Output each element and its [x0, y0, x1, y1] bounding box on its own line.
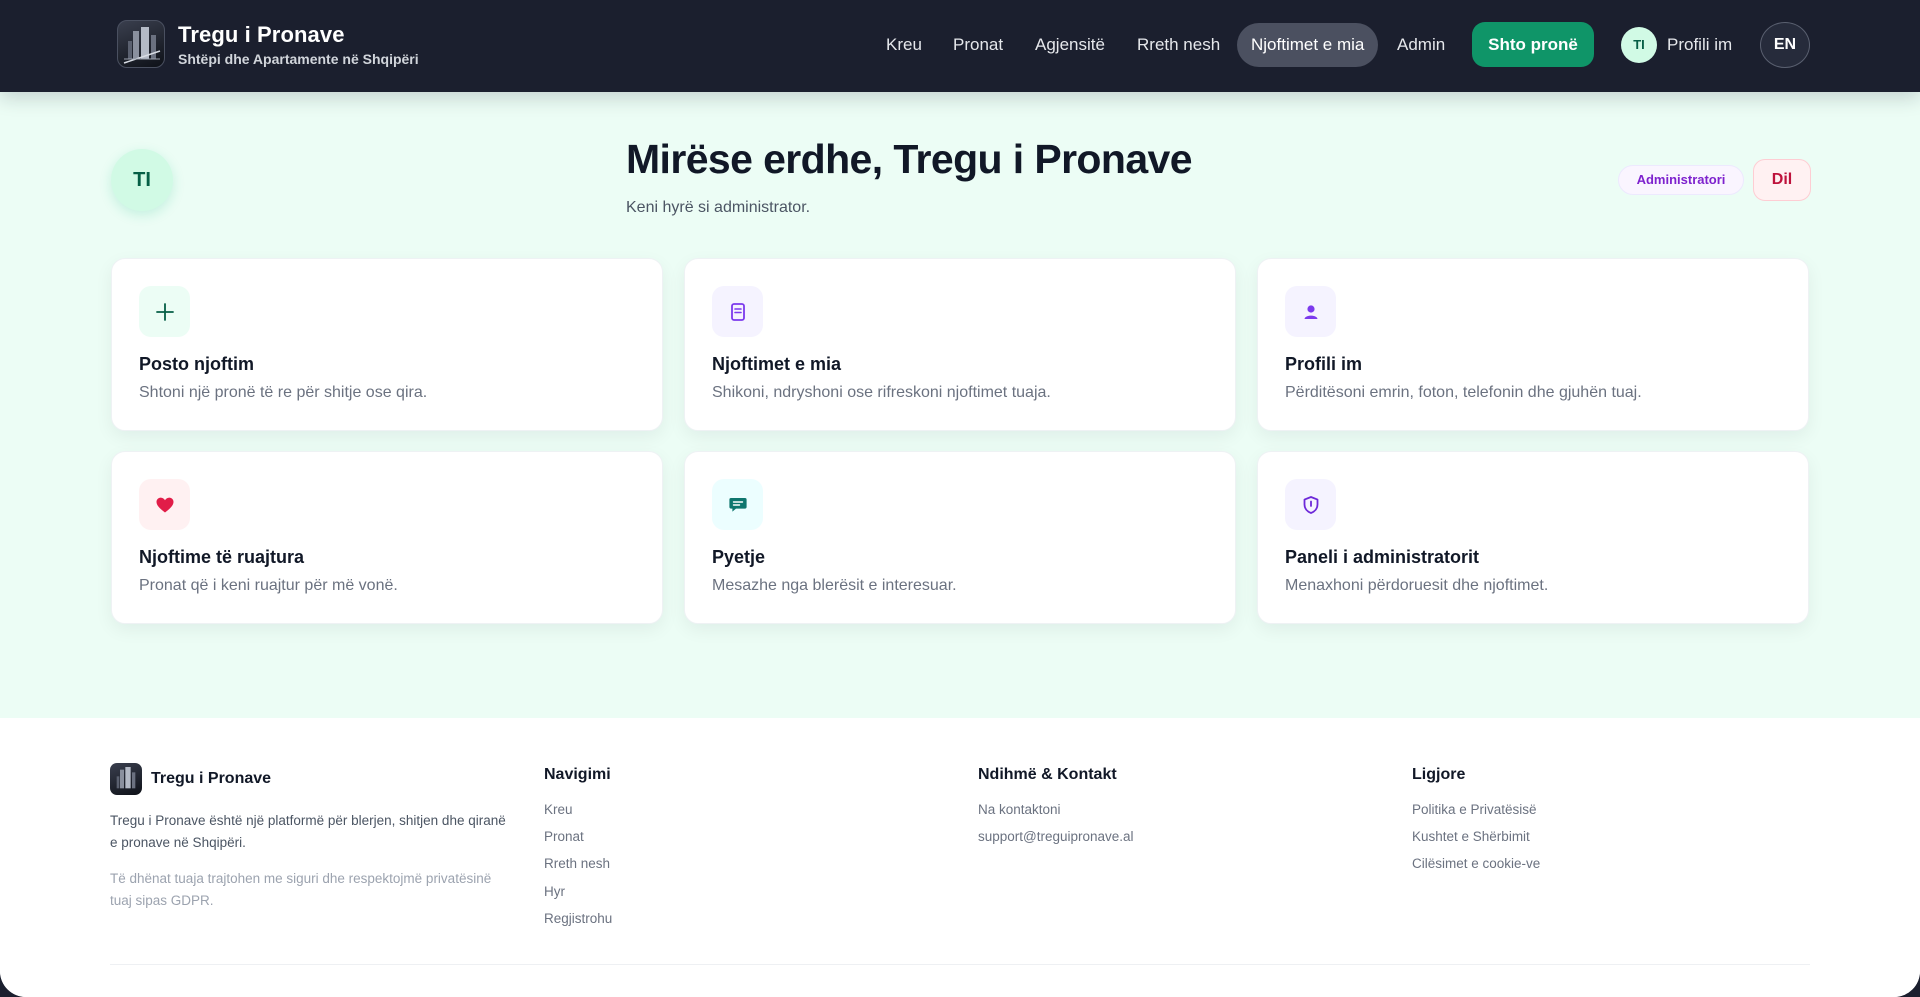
nav-link-kreu[interactable]: Kreu: [886, 23, 922, 67]
footer-logo: [110, 763, 142, 795]
nav-link-njoftimet-e-mia[interactable]: Njoftimet e mia: [1237, 23, 1379, 67]
brand-title[interactable]: Tregu i Pronave: [178, 22, 345, 48]
user-avatar: TI: [111, 149, 173, 211]
logout-button[interactable]: Dil: [1753, 159, 1811, 201]
footer-column-title: Ndihmë & Kontakt: [978, 766, 1117, 783]
card-title: Posto njoftim: [139, 354, 254, 374]
card-admin-panel[interactable]: Paneli i administratorit Menaxhoni përdo…: [1257, 451, 1809, 624]
footer-link-cookie-settings[interactable]: Cilësimet e cookie-ve: [1412, 856, 1540, 871]
card-description: Pronat që i keni ruajtur për më vonë.: [139, 577, 398, 594]
footer-link-terms[interactable]: Kushtet e Shërbimit: [1412, 829, 1530, 844]
user-icon: [1285, 286, 1336, 337]
card-title: Profili im: [1285, 354, 1363, 374]
card-description: Përditësoni emrin, foton, telefonin dhe …: [1285, 384, 1642, 401]
page-title: Mirëse erdhe, Tregu i Pronave: [626, 136, 1193, 182]
card-saved-listings[interactable]: Njoftime të ruajtura Pronat që i keni ru…: [111, 451, 663, 624]
footer-link-hyr[interactable]: Hyr: [544, 884, 565, 899]
building-logo-icon: [116, 767, 136, 789]
card-title: Njoftime të ruajtura: [139, 547, 305, 567]
role-badge: Administratori: [1618, 165, 1744, 195]
chat-icon: [712, 479, 763, 530]
page: Tregu i Pronave Shtëpi dhe Apartamente n…: [0, 0, 1920, 997]
plus-icon: [139, 286, 190, 337]
avatar[interactable]: TI: [1621, 27, 1657, 63]
card-my-listings[interactable]: Njoftimet e mia Shikoni, ndryshoni ose r…: [684, 258, 1236, 431]
top-navbar: Tregu i Pronave Shtëpi dhe Apartamente n…: [0, 0, 1920, 92]
card-inquiries[interactable]: Pyetje Mesazhe nga blerësit e interesuar…: [684, 451, 1236, 624]
card-description: Mesazhe nga blerësit e interesuar.: [712, 577, 957, 594]
brand-subtitle: Shtëpi dhe Apartamente në Shqipëri: [178, 51, 419, 67]
footer-link-regjistrohu[interactable]: Regjistrohu: [544, 911, 612, 926]
footer-privacy-note: Të dhënat tuaja trajtohen me siguri dhe …: [110, 871, 492, 908]
profile-link[interactable]: Profili im: [1667, 23, 1732, 67]
language-switch-button[interactable]: EN: [1760, 22, 1810, 68]
nav-link-admin[interactable]: Admin: [1397, 23, 1445, 67]
footer-column-title: Navigimi: [544, 766, 611, 783]
footer-link-pronat[interactable]: Pronat: [544, 829, 584, 844]
card-title: Paneli i administratorit: [1285, 547, 1480, 567]
card-my-profile[interactable]: Profili im Përditësoni emrin, foton, tel…: [1257, 258, 1809, 431]
card-description: Shikoni, ndryshoni ose rifreskoni njofti…: [712, 384, 1051, 401]
card-title: Njoftimet e mia: [712, 354, 842, 374]
nav-link-agjensite[interactable]: Agjensitë: [1035, 23, 1105, 67]
shield-icon: [1285, 479, 1336, 530]
card-title: Pyetje: [712, 547, 766, 567]
nav-link-pronat[interactable]: Pronat: [953, 23, 1003, 67]
heart-icon: [139, 479, 190, 530]
footer-column-title: Ligjore: [1412, 766, 1466, 783]
document-icon: [712, 286, 763, 337]
dashboard-main: TI Mirëse erdhe, Tregu i Pronave Keni hy…: [0, 92, 1920, 718]
brand-logo[interactable]: [117, 20, 165, 68]
card-description: Menaxhoni përdoruesit dhe njoftimet.: [1285, 577, 1549, 594]
footer-link-kreu[interactable]: Kreu: [544, 802, 573, 817]
building-logo-icon: [123, 27, 161, 64]
footer-divider: [110, 964, 1810, 965]
footer: Tregu i Pronave Tregu i Pronave është nj…: [0, 718, 1920, 997]
footer-link-support-email[interactable]: support@treguipronave.al: [978, 829, 1134, 844]
add-property-button[interactable]: Shto pronë: [1472, 22, 1594, 67]
card-post-listing[interactable]: Posto njoftim Shtoni një pronë të re për…: [111, 258, 663, 431]
nav-link-rreth-nesh[interactable]: Rreth nesh: [1137, 23, 1220, 67]
footer-link-contact[interactable]: Na kontaktoni: [978, 802, 1061, 817]
card-description: Shtoni një pronë të re për shitje ose qi…: [139, 384, 428, 401]
footer-brand: Tregu i Pronave: [151, 770, 272, 787]
footer-link-privacy-policy[interactable]: Politika e Privatësisë: [1412, 802, 1537, 817]
footer-link-rreth-nesh[interactable]: Rreth nesh: [544, 856, 610, 871]
page-subtitle: Keni hyrë si administrator.: [626, 199, 811, 216]
footer-about: Tregu i Pronave është një platformë për …: [110, 813, 506, 850]
